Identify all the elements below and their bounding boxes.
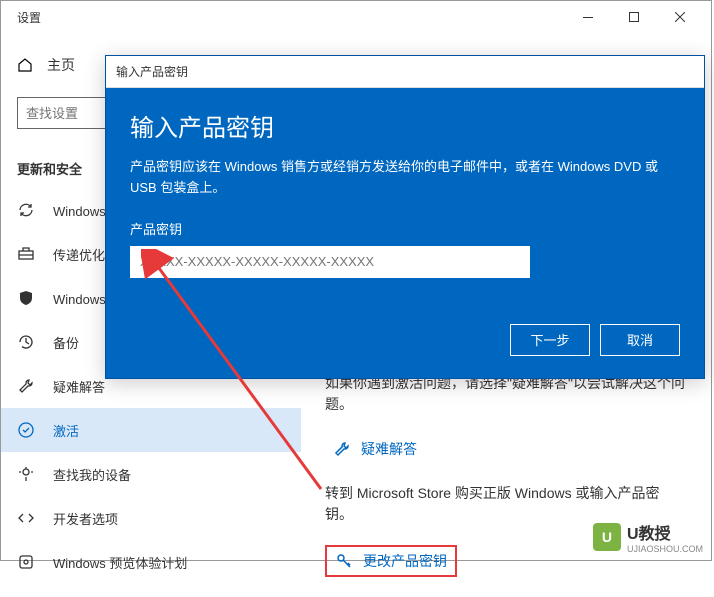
sidebar-item-find-device[interactable]: 查找我的设备 <box>1 452 301 496</box>
home-icon <box>17 57 33 73</box>
link-text: 疑难解答 <box>361 439 417 459</box>
maximize-button[interactable] <box>611 1 657 33</box>
titlebar: 设置 <box>1 1 711 33</box>
watermark-main: U教授 <box>627 520 703 544</box>
nav-label: Windows 预览体验计划 <box>53 553 187 572</box>
wrench-icon <box>333 440 351 458</box>
window-title: 设置 <box>9 9 41 26</box>
check-icon <box>17 421 35 439</box>
nav-label: 激活 <box>53 421 79 440</box>
product-key-input[interactable] <box>130 246 530 278</box>
close-button[interactable] <box>657 1 703 33</box>
shield-icon <box>17 289 35 307</box>
sidebar-item-activation[interactable]: 激活 <box>1 408 301 452</box>
nav-label: 疑难解答 <box>53 377 105 396</box>
product-key-dialog: 输入产品密钥 输入产品密钥 产品密钥应该在 Windows 销售方或经销方发送给… <box>105 55 705 379</box>
wrench-icon <box>17 377 35 395</box>
troubleshoot-link[interactable]: 疑难解答 <box>325 435 687 463</box>
link-text: 更改产品密钥 <box>363 551 447 571</box>
nav-label: 传递优化 <box>53 245 105 264</box>
insider-icon <box>17 553 35 571</box>
change-product-key-link[interactable]: 更改产品密钥 <box>325 545 457 577</box>
dialog-title: 输入产品密钥 <box>106 56 704 88</box>
watermark-logo: U <box>593 523 621 551</box>
home-label: 主页 <box>47 55 75 75</box>
delivery-icon <box>17 245 35 263</box>
location-icon <box>17 465 35 483</box>
help-text: 如果你遇到激活问题，请选择"疑难解答"以尝试解决这个问题。 <box>325 373 687 415</box>
nav-label: 查找我的设备 <box>53 465 131 484</box>
sidebar-item-developer[interactable]: 开发者选项 <box>1 496 301 540</box>
minimize-button[interactable] <box>565 1 611 33</box>
key-icon <box>335 552 353 570</box>
cancel-button[interactable]: 取消 <box>600 324 680 356</box>
sidebar-item-insider[interactable]: Windows 预览体验计划 <box>1 540 301 584</box>
input-label: 产品密钥 <box>130 219 680 238</box>
dialog-description: 产品密钥应该在 Windows 销售方或经销方发送给你的电子邮件中，或者在 Wi… <box>130 157 680 199</box>
next-button[interactable]: 下一步 <box>510 324 590 356</box>
backup-icon <box>17 333 35 351</box>
store-text: 转到 Microsoft Store 购买正版 Windows 或输入产品密钥。 <box>325 483 687 525</box>
dialog-heading: 输入产品密钥 <box>130 108 680 143</box>
nav-label: 开发者选项 <box>53 509 118 528</box>
sync-icon <box>17 201 35 219</box>
code-icon <box>17 509 35 527</box>
watermark-sub: UJIAOSHOU.COM <box>627 544 703 554</box>
nav-label: 备份 <box>53 333 79 352</box>
watermark: U U教授 UJIAOSHOU.COM <box>593 520 703 554</box>
